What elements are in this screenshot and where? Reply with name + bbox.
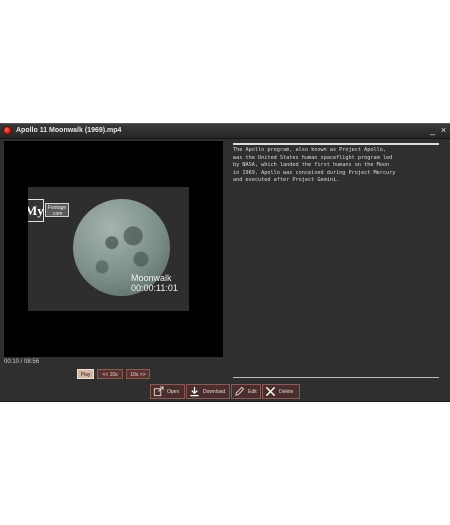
rewind-10s-button[interactable]: << 10s — [97, 369, 123, 379]
edit-button[interactable]: Edit — [231, 384, 261, 399]
pencil-icon — [235, 386, 245, 396]
title-bar[interactable]: Apollo 11 Moonwalk (1969).mp4 _ × — [0, 124, 450, 139]
minimize-button[interactable]: _ — [427, 124, 438, 138]
x-icon — [265, 386, 276, 397]
open-external-icon — [153, 386, 164, 397]
delete-button[interactable]: Delete — [262, 384, 300, 399]
play-button[interactable]: Play — [77, 369, 94, 379]
description-bottom-rule — [233, 377, 439, 378]
close-button[interactable]: × — [438, 124, 449, 138]
forward-10s-button[interactable]: 10s >> — [126, 369, 150, 379]
logo-footage: Footage .com — [45, 203, 69, 217]
video-overlay: Moonwalk 00:00:11:01 — [131, 273, 178, 293]
download-button[interactable]: Download — [186, 384, 230, 399]
time-readout: 00:10 / 08:56 — [4, 359, 40, 365]
overlay-timecode: 00:00:11:01 — [131, 283, 178, 293]
video-frame: My Footage .com Moonwalk 00:00:11:01 — [28, 187, 189, 311]
open-button[interactable]: Open — [150, 384, 185, 399]
description-text: The Apollo program, also known as Projec… — [233, 147, 396, 183]
watermark-logo: My Footage .com — [28, 199, 69, 222]
overlay-title: Moonwalk — [131, 273, 172, 283]
description-top-rule — [233, 143, 439, 145]
delete-label: Delete — [279, 389, 294, 395]
edit-label: Edit — [248, 389, 257, 395]
logo-my: My — [28, 199, 44, 222]
video-player[interactable]: My Footage .com Moonwalk 00:00:11:01 — [4, 141, 223, 357]
open-label: Open — [167, 389, 180, 395]
download-icon — [190, 386, 199, 397]
app-logo-icon — [3, 126, 12, 135]
window-title: Apollo 11 Moonwalk (1969).mp4 — [16, 127, 122, 134]
media-viewer-window: Apollo 11 Moonwalk (1969).mp4 _ × My Foo… — [0, 123, 450, 402]
download-label: Download — [203, 389, 226, 395]
